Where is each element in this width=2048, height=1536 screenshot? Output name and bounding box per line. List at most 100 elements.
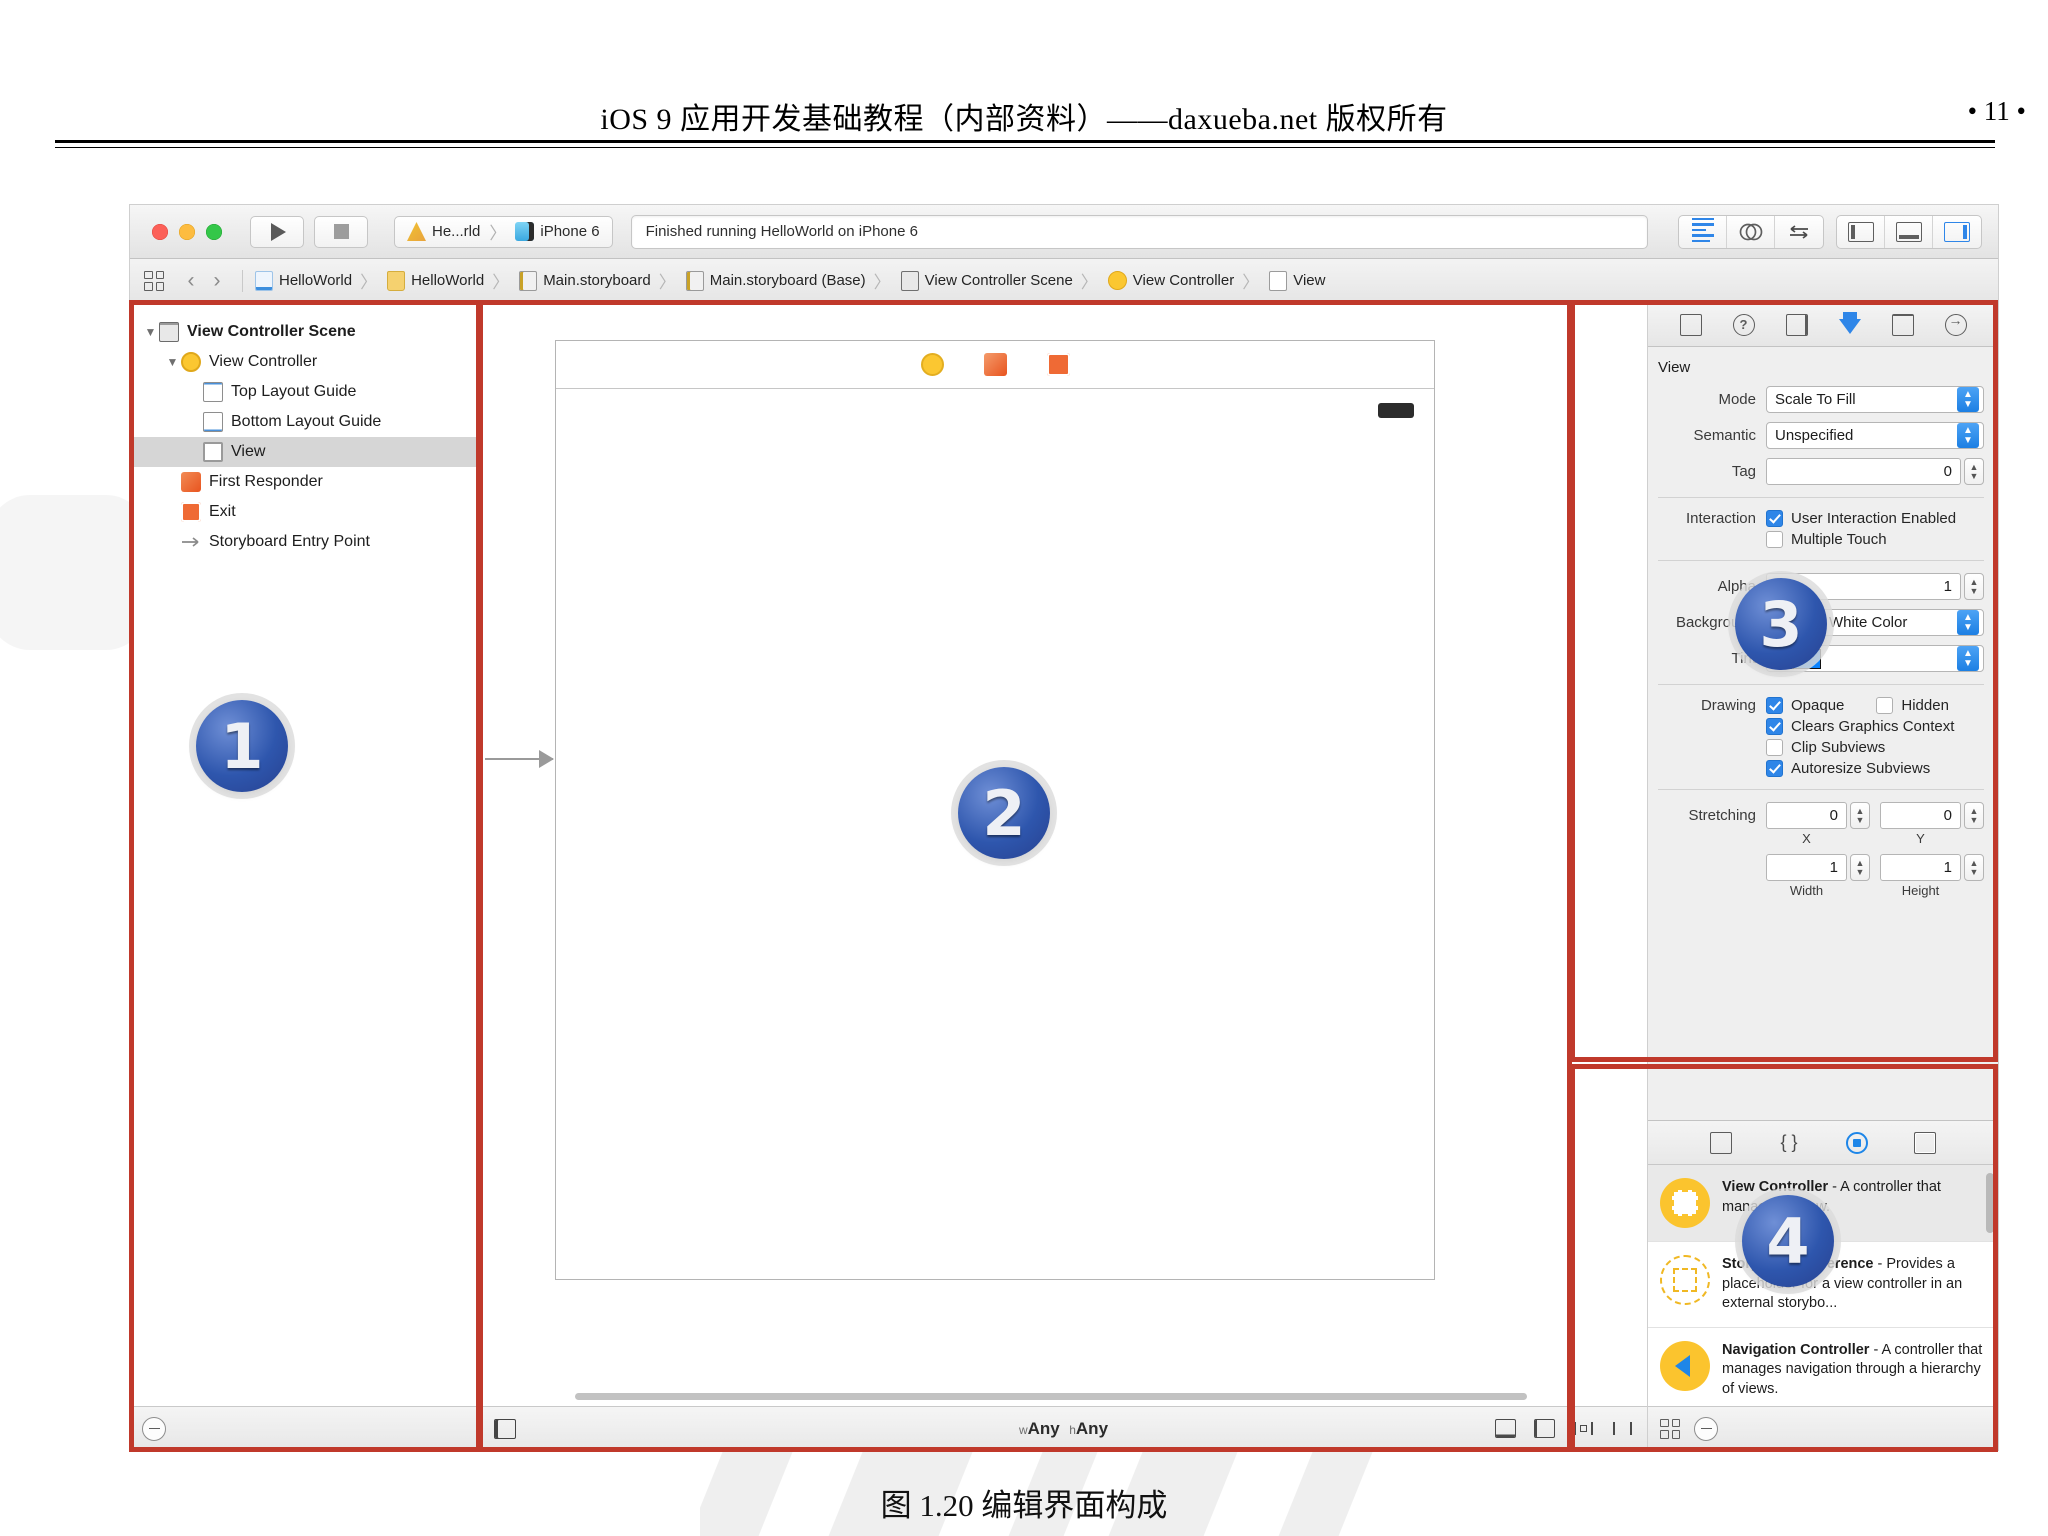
checkbox-icon[interactable] — [1766, 760, 1783, 777]
collapse-all-button[interactable] — [142, 1416, 166, 1441]
stretch-width-input[interactable]: 1 — [1766, 854, 1847, 881]
file-inspector-icon[interactable] — [1679, 313, 1702, 336]
scene-dock[interactable] — [556, 341, 1434, 389]
stretch-width-stepper[interactable]: ▲ ▼ — [1850, 854, 1870, 881]
panel-toggle-group[interactable] — [1836, 214, 1982, 249]
toggle-utilities-button[interactable] — [1933, 216, 1981, 248]
multiple-touch-checkbox[interactable]: Multiple Touch — [1766, 531, 1887, 548]
code-snippet-library-icon[interactable]: { } — [1778, 1132, 1800, 1154]
stretch-x-input[interactable]: 0 — [1766, 802, 1847, 829]
chevron-updown-icon[interactable]: ▲ ▼ — [1957, 646, 1979, 671]
file-template-library-icon[interactable] — [1710, 1131, 1732, 1154]
close-window-button[interactable] — [152, 223, 168, 240]
chevron-updown-icon[interactable]: ▲ ▼ — [1957, 610, 1979, 635]
watermark-left-shape — [0, 495, 148, 650]
resize-icon[interactable] — [1612, 1419, 1633, 1438]
library-filter-button[interactable] — [1694, 1416, 1718, 1441]
outline-item-view[interactable]: View — [130, 437, 479, 467]
checkbox-icon[interactable] — [1766, 718, 1783, 735]
checkbox-icon[interactable] — [1876, 697, 1894, 714]
user-interaction-enabled-checkbox[interactable]: User Interaction Enabled — [1766, 510, 1956, 527]
library-item-navigation-controller[interactable]: Navigation Controller - A controller tha… — [1648, 1328, 1998, 1406]
checkbox-icon[interactable] — [1766, 531, 1783, 548]
window-controls[interactable] — [152, 223, 222, 240]
alpha-stepper[interactable]: ▲ ▼ — [1964, 573, 1984, 600]
checkbox-icon[interactable] — [1766, 510, 1783, 527]
breadcrumb-item-4[interactable]: View Controller Scene 〉 — [900, 268, 1106, 293]
tag-row[interactable]: Tag 0 ▲ ▼ — [1648, 458, 1998, 485]
editor-mode-group[interactable] — [1678, 214, 1824, 249]
breadcrumb[interactable]: ‹ › HelloWorld 〉 HelloWorld 〉 Main.story… — [130, 259, 1998, 303]
assistant-editor-button[interactable] — [1727, 215, 1775, 248]
library-view-mode-icon[interactable] — [1660, 1418, 1680, 1439]
chevron-updown-icon[interactable]: ▲ ▼ — [1957, 423, 1979, 448]
tag-stepper[interactable]: ▲ ▼ — [1964, 458, 1984, 485]
back-button[interactable]: ‹ — [178, 269, 204, 293]
exit-icon[interactable] — [1046, 353, 1070, 376]
breadcrumb-item-2[interactable]: Main.storyboard 〉 — [519, 268, 684, 293]
semantic-row[interactable]: Semantic Unspecified ▲ ▼ — [1648, 422, 1998, 449]
stretch-height-stepper[interactable]: ▲ ▼ — [1964, 854, 1984, 881]
disclosure-triangle-icon[interactable]: ▼ — [164, 355, 181, 369]
breadcrumb-item-3[interactable]: Main.storyboard (Base) 〉 — [685, 268, 899, 293]
outline-item-top-layout-guide[interactable]: Top Layout Guide — [130, 377, 479, 407]
clip-subviews-checkbox[interactable]: Clip Subviews — [1766, 739, 1885, 756]
mode-row[interactable]: Mode Scale To Fill ▲ ▼ — [1648, 386, 1998, 413]
storyboard-reference-library-icon — [1660, 1255, 1710, 1305]
outline-item-storyboard-entry-point[interactable]: Storyboard Entry Point — [130, 527, 479, 557]
breadcrumb-item-0[interactable]: HelloWorld 〉 — [255, 268, 385, 293]
size-inspector-icon[interactable] — [1891, 313, 1914, 336]
document-outline-tree[interactable]: ▼ View Controller Scene ▼ View Controlle… — [130, 303, 479, 1406]
size-class-indicator[interactable]: wAny hAny — [480, 1419, 1647, 1439]
standard-editor-button[interactable] — [1679, 215, 1727, 248]
checkbox-icon[interactable] — [1766, 697, 1783, 714]
quick-help-icon[interactable]: ? — [1732, 313, 1755, 336]
stretch-x-stepper[interactable]: ▲ ▼ — [1850, 802, 1870, 829]
canvas-horizontal-scrollbar[interactable] — [575, 1393, 1527, 1400]
stretch-y-input[interactable]: 0 — [1880, 802, 1961, 829]
pin-icon[interactable] — [1573, 1419, 1594, 1438]
identity-inspector-icon[interactable] — [1785, 313, 1808, 336]
disclosure-triangle-icon[interactable]: ▼ — [142, 325, 159, 339]
stop-button[interactable] — [314, 215, 368, 248]
attributes-inspector-icon[interactable] — [1838, 311, 1861, 334]
chevron-updown-icon[interactable]: ▲ ▼ — [1957, 387, 1979, 412]
tag-input[interactable]: 0 — [1766, 458, 1961, 485]
breadcrumb-item-6[interactable]: View — [1269, 270, 1325, 291]
inspector-tab-bar[interactable]: ? — [1648, 303, 1998, 347]
outline-item-first-responder[interactable]: First Responder — [130, 467, 479, 497]
stretch-height-input[interactable]: 1 — [1880, 854, 1961, 881]
alpha-row[interactable]: Alpha 1 ▲ ▼ — [1648, 573, 1998, 600]
scheme-selector[interactable]: He...rld 〉 iPhone 6 — [394, 215, 613, 248]
breadcrumb-item-1[interactable]: HelloWorld 〉 — [387, 268, 517, 293]
outline-item-exit[interactable]: Exit — [130, 497, 479, 527]
minimize-window-button[interactable] — [179, 223, 195, 240]
clears-graphics-context-checkbox[interactable]: Clears Graphics Context — [1766, 718, 1954, 735]
view-controller-icon[interactable] — [920, 353, 944, 376]
media-library-icon[interactable] — [1914, 1131, 1936, 1154]
stretch-y-stepper[interactable]: ▲ ▼ — [1964, 802, 1984, 829]
autoresize-subviews-checkbox[interactable]: Autoresize Subviews — [1766, 760, 1930, 777]
outline-item-view-controller[interactable]: ▼ View Controller — [130, 347, 479, 377]
zoom-window-button[interactable] — [206, 223, 222, 240]
checkbox-icon[interactable] — [1766, 739, 1783, 756]
first-responder-icon[interactable] — [983, 353, 1007, 376]
library-items-list[interactable]: View Controller - A controller that mana… — [1648, 1165, 1998, 1406]
forward-button[interactable]: › — [204, 269, 230, 293]
tint-row[interactable]: Tint ▲ ▼ — [1648, 645, 1998, 672]
mode-select[interactable]: Scale To Fill ▲ ▼ — [1766, 386, 1984, 413]
object-library-icon[interactable] — [1846, 1131, 1868, 1154]
outline-item-bottom-layout-guide[interactable]: Bottom Layout Guide — [130, 407, 479, 437]
related-items-icon[interactable] — [144, 270, 164, 291]
connections-inspector-icon[interactable] — [1944, 312, 1967, 336]
breadcrumb-item-5[interactable]: View Controller 〉 — [1107, 268, 1267, 293]
library-scrollbar[interactable] — [1986, 1173, 1994, 1233]
semantic-select[interactable]: Unspecified ▲ ▼ — [1766, 422, 1984, 449]
interface-builder-canvas[interactable] — [480, 303, 1647, 1406]
library-tab-bar[interactable]: { } — [1648, 1121, 1998, 1165]
outline-item-view-controller-scene[interactable]: ▼ View Controller Scene — [130, 317, 479, 347]
version-editor-button[interactable] — [1775, 216, 1823, 248]
run-button[interactable] — [250, 215, 304, 248]
toggle-debug-area-button[interactable] — [1885, 215, 1933, 248]
toggle-navigator-button[interactable] — [1837, 215, 1885, 248]
